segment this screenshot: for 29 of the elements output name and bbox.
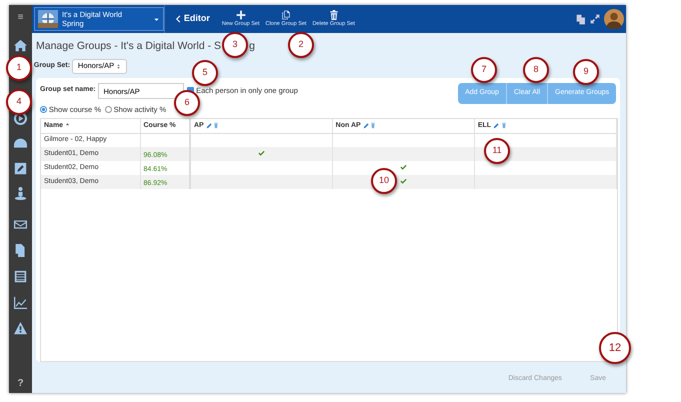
check-icon[interactable] <box>400 164 407 171</box>
warning-icon[interactable] <box>14 322 27 335</box>
caret-icon[interactable] <box>153 16 160 22</box>
pencil-icon[interactable] <box>14 162 27 175</box>
list-icon[interactable] <box>14 270 27 283</box>
updown-icon <box>116 62 122 70</box>
plus-icon <box>236 10 246 20</box>
edit-icon[interactable] <box>492 122 499 129</box>
clone-icon <box>280 10 291 20</box>
menu-icon[interactable]: ≡ <box>18 13 24 23</box>
check-icon[interactable] <box>400 178 407 185</box>
check-icon[interactable] <box>258 150 265 157</box>
expand-icon[interactable] <box>590 14 600 24</box>
chevron-left-icon <box>174 14 182 24</box>
page-title-fragment: g <box>249 39 255 54</box>
edit-icon[interactable] <box>362 122 369 129</box>
person-icon[interactable] <box>14 187 27 200</box>
help-icon[interactable]: ? <box>17 379 24 390</box>
home-icon[interactable] <box>14 39 27 52</box>
page-title: Manage Groups - It's a Digital World - S <box>36 39 222 54</box>
copy-icon[interactable] <box>576 14 587 24</box>
edit-icon[interactable] <box>206 122 212 129</box>
avatar[interactable] <box>604 9 624 29</box>
copy-icon[interactable] <box>14 244 27 257</box>
chart-icon[interactable] <box>14 296 27 309</box>
sort-icon <box>65 122 70 128</box>
trash-icon <box>328 10 339 20</box>
editor-back-button[interactable]: Editor <box>173 11 211 27</box>
mail-icon[interactable] <box>14 218 27 231</box>
